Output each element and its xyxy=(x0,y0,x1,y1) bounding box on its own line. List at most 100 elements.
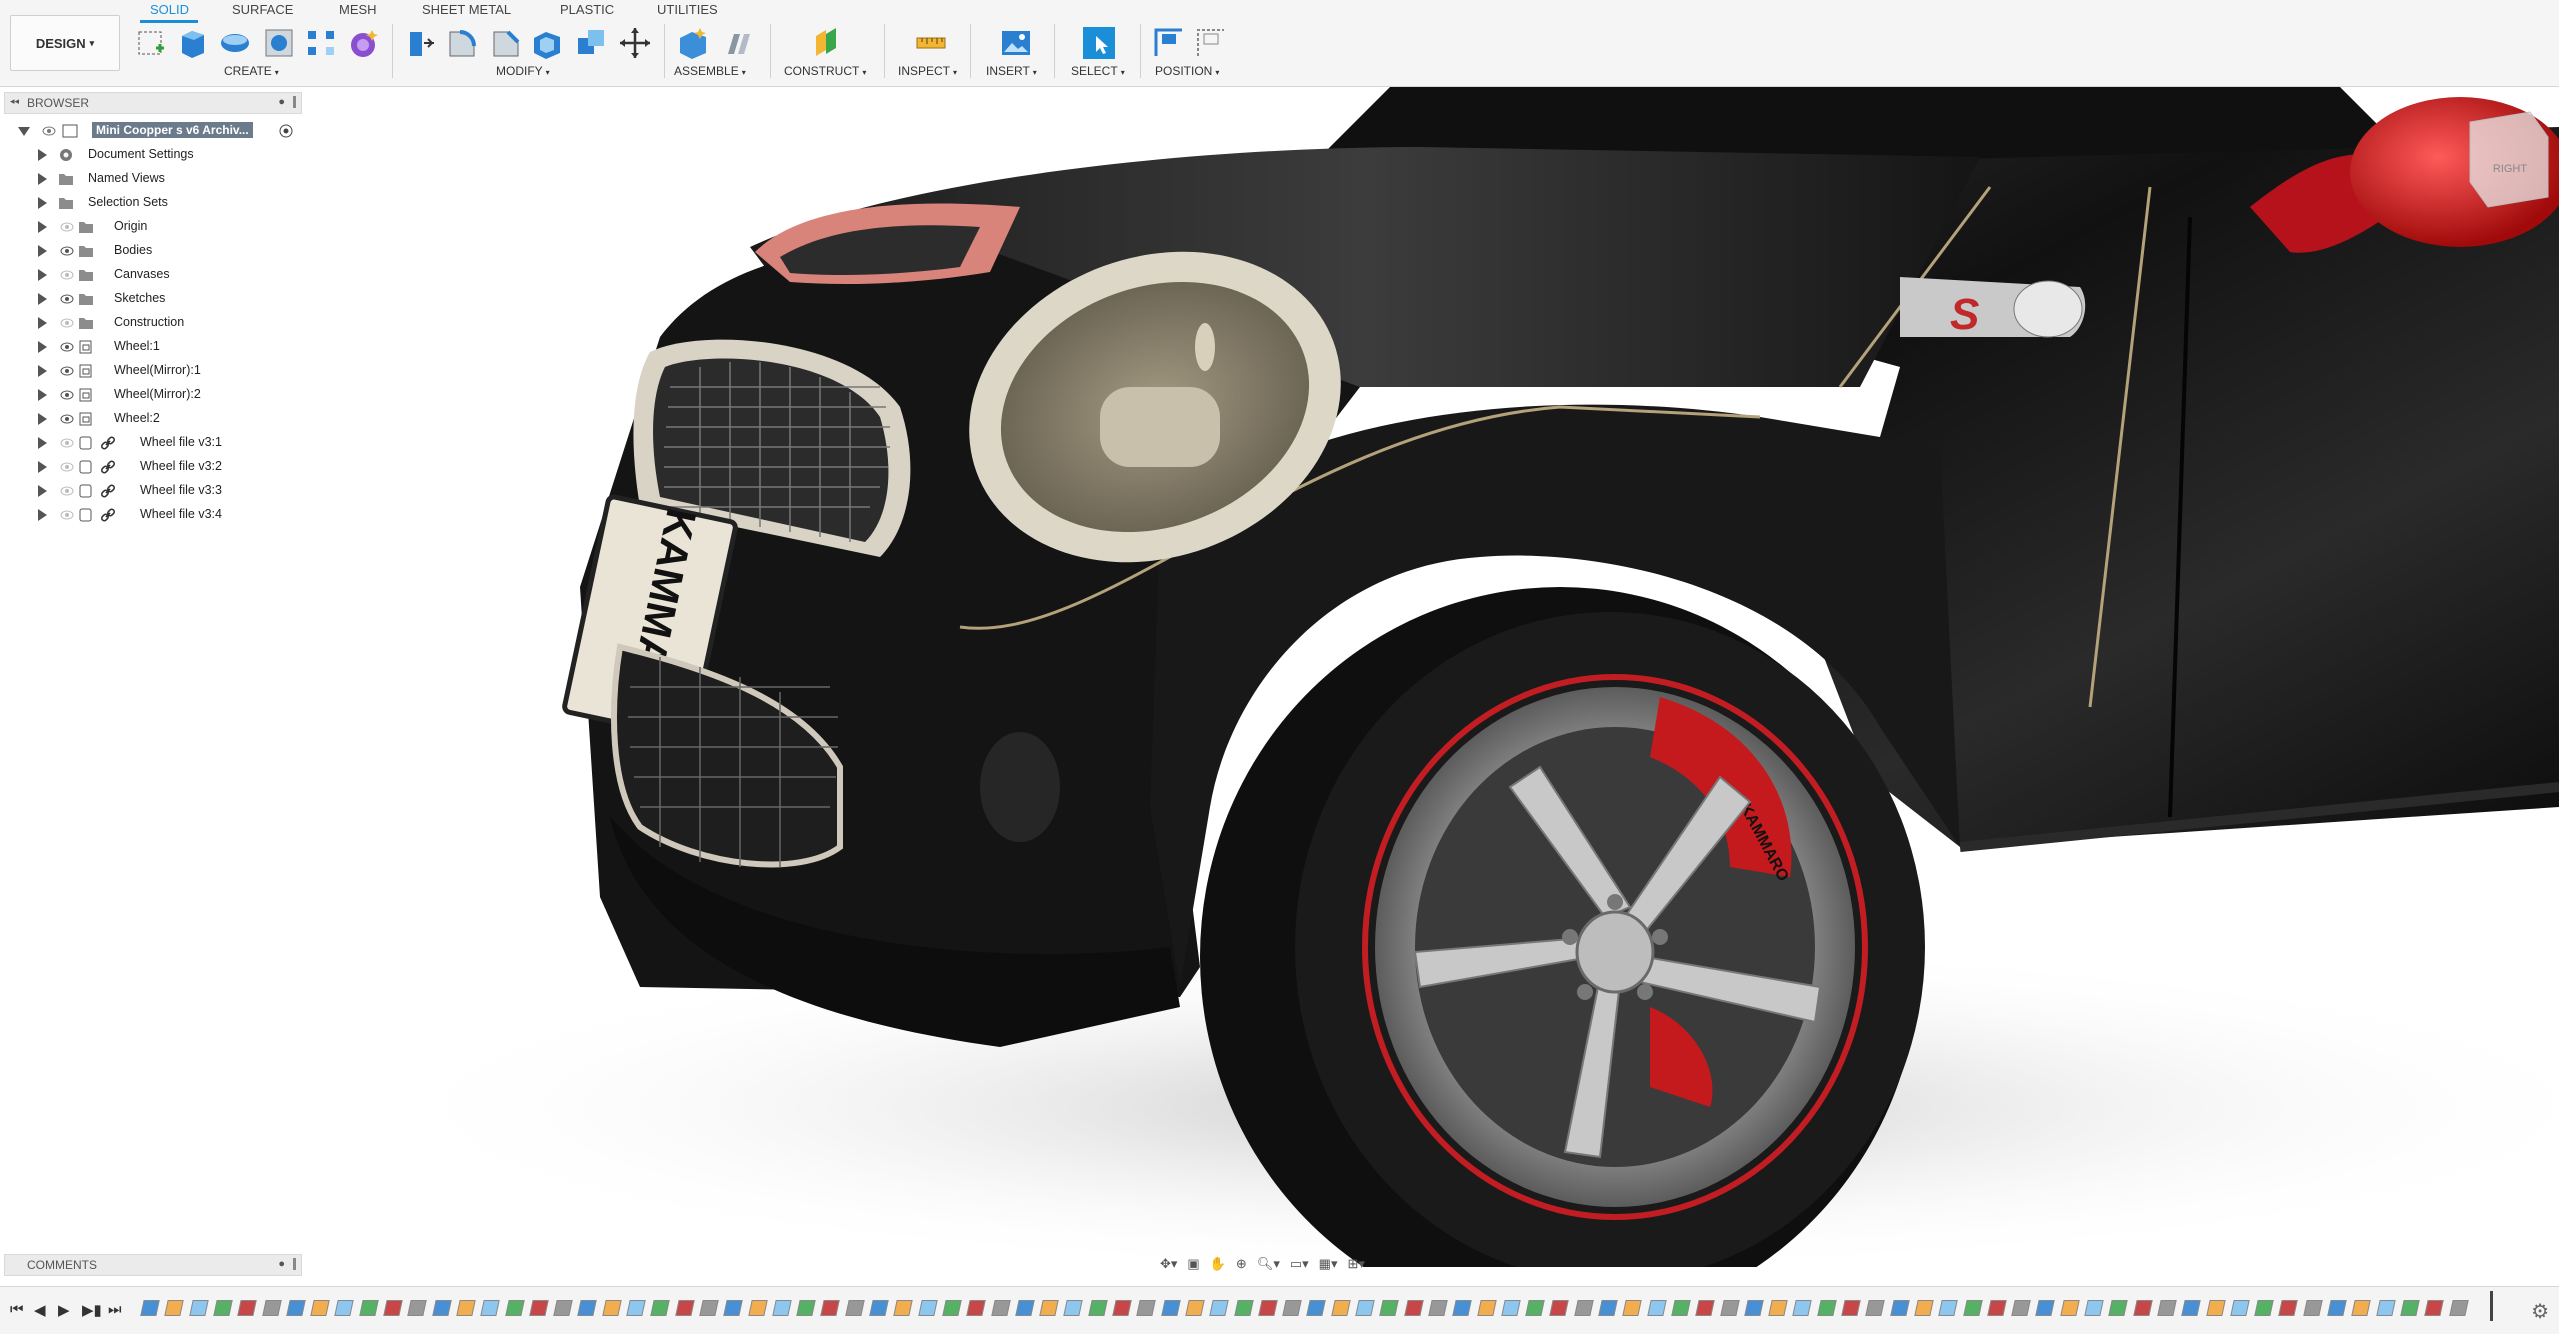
timeline-feature-icon[interactable] xyxy=(504,1300,525,1316)
timeline-marker[interactable] xyxy=(2490,1291,2493,1321)
play-icon[interactable]: ▶ xyxy=(58,1301,70,1319)
pin-icon[interactable]: ● xyxy=(278,1258,285,1270)
step-back-icon[interactable]: ◀ xyxy=(34,1301,46,1319)
tree-item[interactable]: Canvases xyxy=(0,264,300,286)
timeline-feature-icon[interactable] xyxy=(2132,1300,2153,1316)
activate-radio-icon[interactable] xyxy=(278,123,294,139)
timeline-feature-icon[interactable] xyxy=(383,1300,403,1316)
timeline-feature-icon[interactable] xyxy=(2157,1300,2177,1316)
timeline-feature-icon[interactable] xyxy=(1476,1300,1497,1316)
3d-viewport[interactable]: KAMMARO S KAMMARO RIGHT xyxy=(0,87,2559,1267)
timeline-feature-icon[interactable] xyxy=(188,1300,209,1316)
press-pull-icon[interactable] xyxy=(402,26,436,60)
extrude-icon[interactable] xyxy=(176,26,210,60)
timeline-feature-icon[interactable] xyxy=(2327,1300,2347,1316)
timeline-feature-icon[interactable] xyxy=(1330,1300,1351,1316)
visibility-eye-icon[interactable] xyxy=(60,268,74,282)
timeline-feature-icon[interactable] xyxy=(1598,1300,1618,1316)
visibility-eye-icon[interactable] xyxy=(60,484,74,498)
orbit-icon[interactable]: ✥▾ xyxy=(1160,1256,1177,1272)
tree-item[interactable]: Document Settings xyxy=(0,144,300,166)
timeline-feature-icon[interactable] xyxy=(1914,1300,1934,1316)
timeline-feature-icon[interactable] xyxy=(1792,1300,1813,1316)
select-menu[interactable]: SELECT ▾ xyxy=(1071,64,1125,78)
timeline-feature-icon[interactable] xyxy=(2035,1300,2056,1316)
timeline-feature-icon[interactable] xyxy=(431,1300,452,1316)
insert-menu[interactable]: INSERT ▾ xyxy=(986,64,1037,78)
timeline-feature-icon[interactable] xyxy=(1452,1300,1472,1316)
timeline-feature-icon[interactable] xyxy=(796,1300,816,1316)
timeline-feature-icon[interactable] xyxy=(140,1300,160,1316)
timeline-settings-gear-icon[interactable]: ⚙ xyxy=(2531,1299,2549,1324)
tree-item[interactable]: Wheel:1 xyxy=(0,336,300,358)
timeline-feature-icon[interactable] xyxy=(553,1300,573,1316)
timeline-feature-icon[interactable] xyxy=(2424,1300,2444,1316)
timeline-feature-icon[interactable] xyxy=(2230,1300,2250,1316)
tree-item[interactable]: Wheel:2 xyxy=(0,408,300,430)
tree-item[interactable]: Wheel file v3:4 xyxy=(0,504,300,526)
expand-triangle-icon[interactable] xyxy=(38,509,47,521)
timeline-feature-icon[interactable] xyxy=(480,1300,500,1316)
timeline-feature-icon[interactable] xyxy=(529,1300,549,1316)
timeline-feature-icon[interactable] xyxy=(820,1300,841,1316)
timeline-feature-icon[interactable] xyxy=(2375,1300,2396,1316)
pin-icon[interactable]: ● xyxy=(278,96,285,108)
timeline-feature-icon[interactable] xyxy=(1039,1300,1059,1316)
tab-utilities[interactable]: UTILITIES xyxy=(657,2,718,17)
pan-icon[interactable]: ✋ xyxy=(1210,1256,1226,1272)
timeline-feature-icon[interactable] xyxy=(699,1300,719,1316)
timeline-feature-icon[interactable] xyxy=(213,1300,233,1316)
timeline-feature-icon[interactable] xyxy=(1987,1300,2007,1316)
modify-menu[interactable]: MODIFY ▾ xyxy=(496,64,550,78)
tree-item[interactable]: Wheel file v3:2 xyxy=(0,456,300,478)
display-settings-icon[interactable]: ▭▾ xyxy=(1290,1256,1309,1272)
expand-triangle-icon[interactable] xyxy=(38,245,47,257)
assemble-menu[interactable]: ASSEMBLE ▾ xyxy=(674,64,746,78)
timeline-feature-icon[interactable] xyxy=(1865,1300,1885,1316)
expand-triangle-icon[interactable] xyxy=(38,317,47,329)
expand-triangle-icon[interactable] xyxy=(38,293,47,305)
shell-icon[interactable] xyxy=(530,26,564,60)
fillet-icon[interactable] xyxy=(444,26,478,60)
expand-triangle-icon[interactable] xyxy=(38,149,47,161)
construct-menu[interactable]: CONSTRUCT ▾ xyxy=(784,64,866,78)
visibility-eye-icon[interactable] xyxy=(60,436,74,450)
timeline-feature-icon[interactable] xyxy=(1962,1300,1983,1316)
grid-settings-icon[interactable]: ▦▾ xyxy=(1319,1256,1338,1272)
timeline-feature-icon[interactable] xyxy=(942,1300,962,1316)
timeline-feature-icon[interactable] xyxy=(1063,1300,1084,1316)
timeline-feature-icon[interactable] xyxy=(1573,1300,1594,1316)
chamfer-icon[interactable] xyxy=(488,26,522,60)
timeline-feature-icon[interactable] xyxy=(917,1300,938,1316)
visibility-eye-icon[interactable] xyxy=(60,292,74,306)
workspace-switcher-button[interactable]: DESIGN ▾ xyxy=(10,15,120,71)
timeline-feature-icon[interactable] xyxy=(2084,1300,2104,1316)
zoom-window-icon[interactable]: ⊕ xyxy=(1236,1256,1247,1272)
timeline-feature-icon[interactable] xyxy=(1938,1300,1958,1316)
expand-triangle-icon[interactable] xyxy=(38,197,47,209)
tab-solid[interactable]: SOLID xyxy=(150,2,189,17)
joint-icon[interactable] xyxy=(720,26,754,60)
timeline-feature-icon[interactable] xyxy=(747,1300,768,1316)
timeline-feature-icon[interactable] xyxy=(2059,1300,2080,1316)
timeline-feature-icon[interactable] xyxy=(2205,1300,2226,1316)
expand-triangle-icon[interactable] xyxy=(38,389,47,401)
collapse-triangle-icon[interactable] xyxy=(18,127,30,136)
timeline-feature-icon[interactable] xyxy=(1355,1300,1375,1316)
visibility-eye-icon[interactable] xyxy=(60,412,74,426)
timeline-feature-icon[interactable] xyxy=(407,1300,427,1316)
insert-image-icon[interactable] xyxy=(999,26,1033,60)
go-to-end-icon[interactable]: ⏭ xyxy=(108,1301,122,1318)
timeline-feature-icon[interactable] xyxy=(2254,1300,2274,1316)
step-forward-icon[interactable]: ▶▮ xyxy=(82,1301,102,1319)
timeline-feature-icon[interactable] xyxy=(237,1300,257,1316)
hole-icon[interactable] xyxy=(262,26,296,60)
timeline-feature-icon[interactable] xyxy=(577,1300,598,1316)
tab-mesh[interactable]: MESH xyxy=(339,2,377,17)
timeline-feature-icon[interactable] xyxy=(1015,1300,1035,1316)
timeline-feature-icon[interactable] xyxy=(1768,1300,1788,1316)
timeline-feature-icon[interactable] xyxy=(674,1300,695,1316)
tree-item[interactable]: Wheel file v3:1 xyxy=(0,432,300,454)
revolve-icon[interactable] xyxy=(218,26,252,60)
timeline-feature-icon[interactable] xyxy=(2108,1300,2128,1316)
